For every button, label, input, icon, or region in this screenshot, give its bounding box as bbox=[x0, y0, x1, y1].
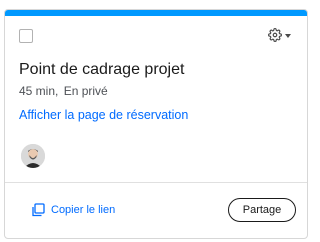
settings-menu-button[interactable] bbox=[268, 27, 291, 43]
event-title: Point de cadrage projet bbox=[19, 61, 185, 78]
event-duration: 45 min, bbox=[19, 84, 59, 98]
event-type-card: Point de cadrage projet 45 min, En privé… bbox=[4, 9, 308, 239]
copy-link-label: Copier le lien bbox=[51, 204, 116, 216]
view-booking-page-link[interactable]: Afficher la page de réservation bbox=[19, 108, 188, 122]
share-button[interactable]: Partage bbox=[228, 198, 296, 222]
chevron-down-icon bbox=[285, 33, 291, 38]
gear-icon bbox=[268, 28, 282, 42]
copy-link-button[interactable]: Copier le lien bbox=[31, 203, 115, 217]
accent-bar bbox=[5, 10, 307, 16]
avatar bbox=[21, 144, 45, 168]
event-privacy: En privé bbox=[63, 84, 108, 98]
select-checkbox[interactable] bbox=[19, 29, 33, 43]
copy-icon bbox=[31, 203, 45, 217]
card-divider bbox=[5, 182, 307, 183]
event-meta: 45 min, En privé bbox=[19, 84, 108, 98]
